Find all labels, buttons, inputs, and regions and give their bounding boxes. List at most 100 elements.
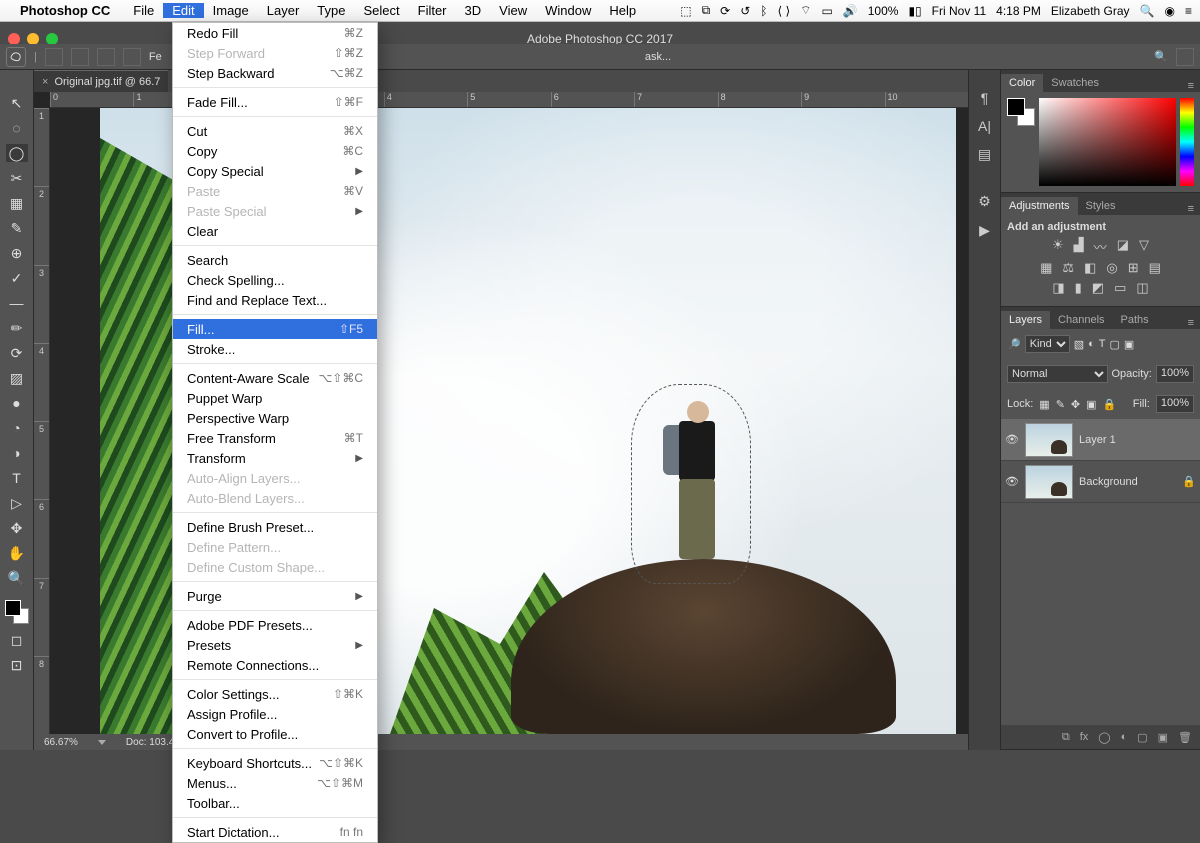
tool-14[interactable]: ◑ — [6, 444, 28, 462]
exposure-adj-icon[interactable]: ◪ — [1117, 237, 1129, 256]
menuitem-step-backward[interactable]: Step Backward⌥⌘Z — [173, 63, 377, 83]
visibility-icon[interactable]: 👁 — [1005, 475, 1019, 488]
layer-filter-type[interactable]: Kind — [1025, 335, 1070, 353]
menuitem-copy-special[interactable]: Copy Special▶ — [173, 161, 377, 181]
selection-subtract-icon[interactable] — [97, 48, 115, 66]
lock-artboard-icon[interactable]: ▣ — [1086, 398, 1096, 411]
spotlight-icon[interactable]: 🔍 — [1140, 4, 1155, 18]
menu-view[interactable]: View — [490, 3, 536, 18]
tool-11[interactable]: ▨ — [6, 369, 28, 387]
menuitem-purge[interactable]: Purge▶ — [173, 586, 377, 606]
panel-menu-icon[interactable]: ≡ — [1182, 80, 1200, 92]
tool-17[interactable]: ✥ — [6, 519, 28, 537]
selection-new-icon[interactable] — [45, 48, 63, 66]
tool-16[interactable]: ▷ — [6, 494, 28, 512]
tool-13[interactable]: ◔ — [6, 419, 28, 437]
menuitem-define-brush-preset[interactable]: Define Brush Preset... — [173, 517, 377, 537]
channelmixer-adj-icon[interactable]: ⊞ — [1128, 260, 1139, 276]
battery-percent[interactable]: 100% — [868, 4, 899, 18]
filter-pixel-icon[interactable]: ▧ — [1074, 338, 1084, 351]
display-icon[interactable]: ▭ — [821, 4, 832, 18]
tool-6[interactable]: ⊕ — [6, 244, 28, 262]
layer-row[interactable]: 👁Layer 1 — [1001, 419, 1200, 461]
brightness-adj-icon[interactable]: ☀ — [1052, 237, 1064, 256]
menuitem-free-transform[interactable]: Free Transform⌘T — [173, 428, 377, 448]
marching-ants-selection[interactable] — [631, 384, 751, 584]
screen-mode-icon[interactable]: ⊡ — [6, 656, 28, 674]
colorbalance-adj-icon[interactable]: ⚖ — [1062, 260, 1074, 276]
filter-smart-icon[interactable]: ▣ — [1124, 338, 1134, 351]
paragraph-panel-icon[interactable]: ¶ — [981, 90, 989, 106]
menuitem-puppet-warp[interactable]: Puppet Warp — [173, 388, 377, 408]
zoom-level[interactable]: 66.67% — [44, 737, 78, 748]
threshold-adj-icon[interactable]: ◩ — [1092, 280, 1104, 296]
tab-paths[interactable]: Paths — [1113, 311, 1157, 329]
status-menu-icon[interactable] — [98, 740, 106, 745]
panel-menu-icon[interactable]: ≡ — [1182, 317, 1200, 329]
menu-image[interactable]: Image — [204, 3, 258, 18]
foreground-background-swatch[interactable] — [1007, 98, 1035, 126]
menuitem-keyboard-shortcuts[interactable]: Keyboard Shortcuts...⌥⇧⌘K — [173, 753, 377, 773]
layer-filter-search-icon[interactable]: 🔎 — [1007, 338, 1021, 351]
menu-select[interactable]: Select — [354, 3, 408, 18]
code-icon[interactable]: ⟨ ⟩ — [777, 4, 790, 18]
new-group-icon[interactable]: ▢ — [1137, 731, 1147, 744]
layer-row[interactable]: 👁Background🔒 — [1001, 461, 1200, 503]
menuitem-cut[interactable]: Cut⌘X — [173, 121, 377, 141]
fill-value[interactable]: 100% — [1156, 395, 1194, 413]
menu-file[interactable]: File — [124, 3, 163, 18]
actions-panel-icon[interactable]: ▶ — [979, 222, 990, 239]
search-icon[interactable]: 🔍 — [1154, 50, 1168, 63]
app-name[interactable]: Photoshop CC — [20, 3, 110, 18]
workspace-switcher[interactable] — [1176, 48, 1194, 66]
menuitem-assign-profile[interactable]: Assign Profile... — [173, 704, 377, 724]
menu-edit[interactable]: Edit — [163, 3, 203, 18]
tab-channels[interactable]: Channels — [1050, 311, 1112, 329]
tool-8[interactable]: — — [6, 294, 28, 312]
menuitem-find-and-replace-text[interactable]: Find and Replace Text... — [173, 290, 377, 310]
tool-2[interactable]: ◯ — [6, 144, 28, 162]
tool-7[interactable]: ✓ — [6, 269, 28, 287]
layer-thumbnail[interactable] — [1025, 423, 1073, 457]
menuitem-clear[interactable]: Clear — [173, 221, 377, 241]
layer-fx-icon[interactable]: fx — [1080, 731, 1089, 743]
tool-9[interactable]: ✏ — [6, 319, 28, 337]
vertical-ruler[interactable]: 12345678 — [34, 108, 50, 734]
layer-name[interactable]: Layer 1 — [1079, 434, 1116, 446]
menuitem-perspective-warp[interactable]: Perspective Warp — [173, 408, 377, 428]
link-layers-icon[interactable]: ⧉ — [1062, 731, 1070, 744]
tool-18[interactable]: ✋ — [6, 544, 28, 562]
menuitem-check-spelling[interactable]: Check Spelling... — [173, 270, 377, 290]
selectivecolor-adj-icon[interactable]: ◫ — [1136, 280, 1148, 296]
menuitem-toolbar[interactable]: Toolbar... — [173, 793, 377, 813]
timemachine-icon[interactable]: ↺ — [740, 4, 750, 18]
menuitem-start-dictation[interactable]: Start Dictation...fn fn — [173, 822, 377, 842]
tab-color[interactable]: Color — [1001, 74, 1043, 92]
tool-1[interactable]: ◌ — [6, 119, 28, 137]
tab-layers[interactable]: Layers — [1001, 311, 1050, 329]
bluetooth-icon[interactable]: ᛒ — [760, 4, 767, 18]
bw-adj-icon[interactable]: ◧ — [1084, 260, 1096, 276]
posterize-adj-icon[interactable]: ▮ — [1075, 280, 1082, 296]
menu-help[interactable]: Help — [600, 3, 645, 18]
menuitem-fill[interactable]: Fill...⇧F5 — [173, 319, 377, 339]
menuitem-presets[interactable]: Presets▶ — [173, 635, 377, 655]
blend-mode-select[interactable]: Normal — [1007, 365, 1108, 383]
dropbox-icon[interactable]: ⧉ — [702, 3, 711, 18]
photofilter-adj-icon[interactable]: ◎ — [1106, 260, 1117, 276]
menuitem-adobe-pdf-presets[interactable]: Adobe PDF Presets... — [173, 615, 377, 635]
lock-all-icon[interactable]: 🔒 — [1103, 398, 1117, 411]
menuitem-content-aware-scale[interactable]: Content-Aware Scale⌥⇧⌘C — [173, 368, 377, 388]
color-picker-field[interactable] — [1039, 98, 1176, 186]
battery-icon[interactable]: ▮▯ — [908, 4, 921, 18]
menu-type[interactable]: Type — [308, 3, 354, 18]
tab-adjustments[interactable]: Adjustments — [1001, 197, 1078, 215]
gradientmap-adj-icon[interactable]: ▭ — [1114, 280, 1126, 296]
tool-preset-picker[interactable] — [6, 47, 26, 67]
panel-menu-icon[interactable]: ≡ — [1182, 203, 1200, 215]
notification-center-icon[interactable]: ≡ — [1185, 4, 1192, 18]
selection-add-icon[interactable] — [71, 48, 89, 66]
menuitem-convert-to-profile[interactable]: Convert to Profile... — [173, 724, 377, 744]
delete-layer-icon[interactable]: 🗑 — [1178, 731, 1192, 744]
sync-icon[interactable]: ⟳ — [720, 4, 730, 18]
